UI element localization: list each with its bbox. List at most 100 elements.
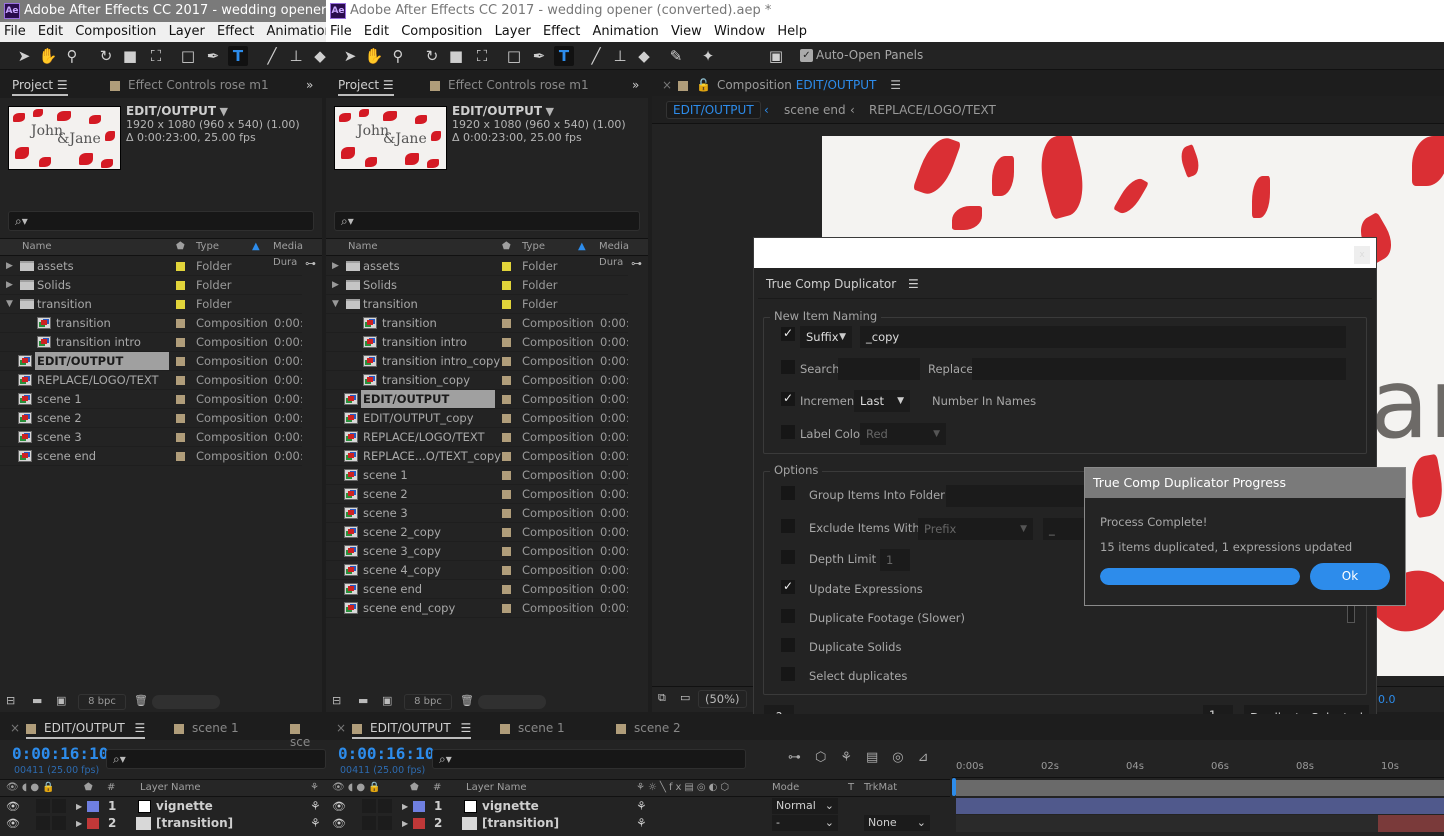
layer-label-color[interactable]	[413, 801, 425, 812]
column-name[interactable]: Name	[348, 239, 378, 255]
panel-overflow-icon[interactable]: »	[306, 78, 313, 92]
audio-toggle[interactable]	[362, 816, 376, 830]
layer-search-input[interactable]: ⌕▾	[106, 749, 326, 769]
new-folder-icon[interactable]: ▬	[32, 694, 42, 707]
eye-visibility-icon[interactable]: 👁	[332, 815, 346, 832]
menu-composition[interactable]: Composition	[401, 24, 482, 39]
shy-switch-icon[interactable]: ⚘	[310, 798, 321, 815]
eye-visibility-icon[interactable]: 👁	[6, 815, 20, 832]
project-item[interactable]: transition intro Composition 0:00:0	[0, 333, 302, 352]
label-color-swatch[interactable]	[502, 433, 511, 442]
eraser-tool-icon[interactable]: ◆	[634, 46, 654, 66]
shy-switch-icon[interactable]: ⚘	[636, 815, 647, 832]
collapsed-arrow-icon[interactable]: ▶	[6, 276, 13, 294]
search-input[interactable]	[838, 358, 920, 380]
label-color-swatch[interactable]	[176, 452, 185, 461]
tab-effect-controls[interactable]: Effect Controls rose m1	[430, 78, 589, 92]
project-item[interactable]: ▶ assets Folder	[0, 257, 302, 276]
track-matte-dropdown[interactable]: None ⌄	[864, 815, 930, 831]
tab-project[interactable]: Project ☰	[12, 78, 68, 96]
comp-dropdown-icon[interactable]: ▼	[546, 105, 554, 118]
close-tab-icon[interactable]: ×	[662, 78, 672, 92]
auto-open-panels-checkbox[interactable]: ✓ Auto-Open Panels	[800, 48, 923, 62]
label-color-swatch[interactable]	[502, 376, 511, 385]
label-color-swatch[interactable]	[176, 338, 185, 347]
new-composition-icon[interactable]: ▣	[382, 694, 392, 707]
timeline-tab[interactable]: scene 2	[616, 721, 681, 735]
label-color-swatch[interactable]	[502, 281, 511, 290]
timeline-tab[interactable]: scene 1	[174, 721, 239, 735]
breadcrumb-item[interactable]: EDIT/OUTPUT	[666, 101, 761, 119]
folder-name-input[interactable]	[946, 485, 1086, 507]
layer-search-input[interactable]: ⌕▾	[432, 749, 746, 769]
timeline-tab[interactable]: EDIT/OUTPUT ☰	[352, 721, 472, 739]
bit-depth-button[interactable]: 8 bpc	[78, 694, 126, 710]
zoom-tool-icon[interactable]: ⚲	[62, 46, 82, 66]
menu-window[interactable]: Window	[714, 24, 765, 39]
timeline-tab[interactable]: sce	[290, 721, 326, 749]
audio-toggle[interactable]	[36, 816, 50, 830]
project-item[interactable]: EDIT/OUTPUT Composition 0:00:2	[326, 390, 628, 409]
project-item[interactable]: ▶ Solids Folder	[326, 276, 628, 295]
zoom-tool-icon[interactable]: ⚲	[388, 46, 408, 66]
label-color-swatch[interactable]	[502, 395, 511, 404]
project-item[interactable]: scene 3 Composition 0:00:1	[326, 504, 628, 523]
audio-toggle[interactable]	[362, 799, 376, 813]
collapsed-arrow-icon[interactable]: ▶	[6, 257, 13, 275]
expand-arrow-icon[interactable]: ▶	[76, 815, 82, 832]
column-name[interactable]: Name	[22, 239, 52, 255]
label-color-swatch[interactable]	[502, 528, 511, 537]
camera-tool-icon[interactable]: ■	[120, 46, 140, 66]
menu-file[interactable]: File	[4, 24, 26, 39]
exposure-readout[interactable]: 0.0	[1378, 693, 1396, 706]
label-color-swatch[interactable]	[502, 471, 511, 480]
project-item[interactable]: transition intro Composition 0:00:0	[326, 333, 628, 352]
brush-tool-icon[interactable]: ╱	[262, 46, 282, 66]
interpret-footage-icon[interactable]: ⊟	[332, 694, 341, 707]
project-item[interactable]: ▼ transition Folder	[0, 295, 302, 314]
breadcrumb-item[interactable]: scene end	[784, 103, 846, 117]
layer-bar-vignette[interactable]	[956, 798, 1444, 814]
project-search-input[interactable]: ⌕▾	[8, 211, 314, 231]
timeline-tab[interactable]: scene 1	[500, 721, 565, 735]
close-button[interactable]: x	[1354, 246, 1370, 264]
project-item[interactable]: REPLACE...O/TEXT_copy Composition 0:00:1	[326, 447, 628, 466]
duplicate-footage-checkbox[interactable]	[781, 609, 795, 623]
eye-visibility-icon[interactable]: 👁	[332, 798, 346, 815]
expanded-arrow-icon[interactable]: ▼	[6, 295, 13, 313]
rectangle-tool-icon[interactable]: □	[504, 46, 524, 66]
replace-input[interactable]	[972, 358, 1346, 380]
layer-label-color[interactable]	[87, 818, 99, 829]
roto-brush-tool-icon[interactable]: ✎	[666, 46, 686, 66]
project-item[interactable]: transition_copy Composition 0:00:0	[326, 371, 628, 390]
column-layer-name[interactable]: Layer Name	[466, 780, 527, 796]
tab-effect-controls[interactable]: Effect Controls rose m1	[110, 78, 269, 92]
increment-mode-dropdown[interactable]: Last ▼	[854, 390, 910, 412]
panel-overflow-icon[interactable]: »	[632, 78, 639, 92]
label-color-swatch[interactable]	[176, 300, 185, 309]
label-color-dropdown[interactable]: Red ▼	[860, 423, 946, 445]
selection-tool-icon[interactable]: ➤	[14, 46, 34, 66]
menu-animation[interactable]: Animation	[593, 24, 659, 39]
project-item[interactable]: scene 1 Composition 0:00:1	[326, 466, 628, 485]
project-item[interactable]: ▼ transition Folder	[326, 295, 628, 314]
brush-tool-icon[interactable]: ╱	[586, 46, 606, 66]
project-item[interactable]: transition intro_copy Composition 0:00:0	[326, 352, 628, 371]
label-color-swatch[interactable]	[176, 357, 185, 366]
project-item[interactable]: scene 3_copy Composition 0:00:1	[326, 542, 628, 561]
trash-icon[interactable]: 🗑	[134, 694, 148, 707]
time-ruler[interactable]: 0:00s 02s 04s 06s 08s 10s	[952, 758, 1444, 778]
rectangle-tool-icon[interactable]: □	[178, 46, 198, 66]
column-trkmat[interactable]: TrkMat	[864, 780, 897, 796]
pan-behind-tool-icon[interactable]: ⛶	[146, 46, 166, 66]
project-item[interactable]: scene 1 Composition 0:00:1	[0, 390, 302, 409]
blend-mode-dropdown[interactable]: Normal ⌄	[772, 798, 838, 814]
close-tab-icon[interactable]: ×	[10, 721, 20, 735]
lock-icon[interactable]: 🔓	[696, 78, 711, 92]
label-color-swatch[interactable]	[502, 338, 511, 347]
layer-bar-transition[interactable]	[1378, 815, 1444, 832]
breadcrumb-item[interactable]: REPLACE/LOGO/TEXT	[869, 103, 996, 117]
label-color-swatch[interactable]	[176, 319, 185, 328]
type-tool-icon[interactable]: T	[554, 46, 574, 66]
layer-label-color[interactable]	[413, 818, 425, 829]
